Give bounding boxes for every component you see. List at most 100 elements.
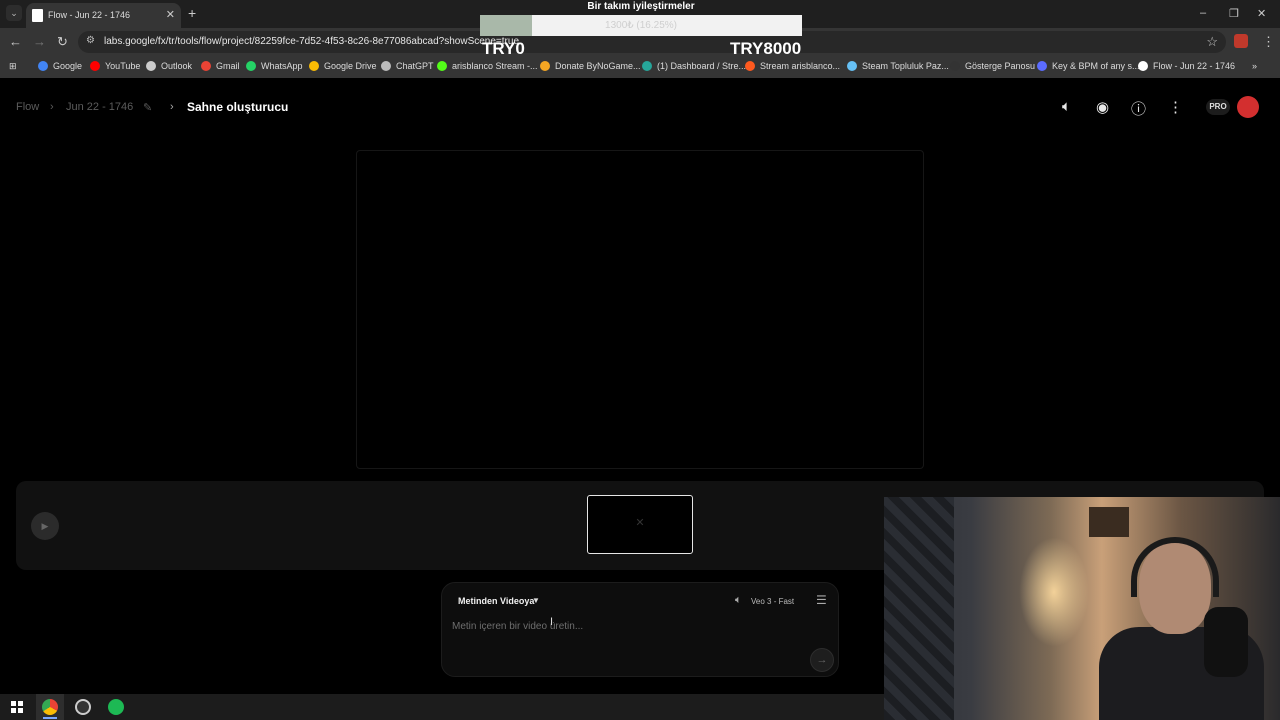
audio-icon[interactable]: 🔈︎ [735,594,742,607]
pro-badge: PRO [1206,99,1230,115]
bookmark-favicon-icon [246,61,256,71]
bookmark-item[interactable]: YouTube [90,61,140,71]
avatar[interactable] [1237,96,1259,118]
bookmark-favicon-icon [309,61,319,71]
breadcrumb-project[interactable]: Jun 22 - 1746 [66,101,133,113]
spotify-icon[interactable] [108,699,124,715]
bookmark-favicon-icon [146,61,156,71]
bookmark-favicon-icon [201,61,211,71]
bookmark-item[interactable]: Google [38,61,82,71]
edit-pencil-icon[interactable]: ✎ [143,101,152,114]
breadcrumb-separator-icon: › [170,101,174,113]
bookmark-item[interactable]: Google Drive [309,61,377,71]
play-button[interactable]: ▶ [31,512,59,540]
bookmarks-bar: ⊞ Google YouTube Outlook Gmail WhatsApp Googl… [0,56,1280,78]
windows-start-icon[interactable] [11,701,23,713]
bookmark-favicon-icon [1037,61,1047,71]
apps-grid-icon[interactable]: ⊞ [9,61,17,72]
send-button[interactable]: → [810,648,834,672]
taskbar [0,694,884,720]
window-close-icon[interactable]: ✕ [1257,7,1266,20]
empty-clip-icon: ✕ [635,517,645,529]
bookmark-item[interactable]: Steam Topluluk Paz... [847,61,949,71]
bookmark-favicon-icon [847,61,857,71]
url-text: labs.google/fx/tr/tools/flow/project/822… [104,36,519,47]
bookmark-favicon-icon [437,61,447,71]
restore-icon[interactable]: ❐ [1229,7,1239,20]
minimize-icon[interactable]: – [1200,7,1206,19]
prompt-input[interactable]: Metin içeren bir video üretin... [452,621,583,632]
bookmark-label: Donate ByNoGame... [555,61,641,71]
bookmark-item[interactable]: Stream arisblanco... [745,61,840,71]
new-tab-button[interactable]: + [188,5,196,21]
bookmark-item[interactable]: WhatsApp [246,61,303,71]
more-options-icon[interactable]: ⋮ [1168,98,1183,116]
reload-icon[interactable]: ↻ [57,34,68,50]
volume-icon[interactable]: 🔈︎ [1062,98,1071,115]
page-title: Sahne oluşturucu [187,100,289,114]
microphone [1204,607,1248,677]
donation-progress-bar: 1300₺ (16.25%) [480,15,802,36]
bookmark-label: Google Drive [324,61,377,71]
bookmark-item[interactable]: Gösterge Panosu [950,61,1035,71]
forward-icon[interactable]: → [33,34,46,49]
settings-sliders-icon[interactable]: ☰ [816,593,827,607]
timeline-clip[interactable]: ✕ [587,495,693,554]
bookmark-label: arisblanco Stream -... [452,61,538,71]
discord-icon[interactable]: ◉ [1096,98,1109,116]
breadcrumb-separator-icon: › [50,101,54,113]
text-cursor-icon: I [550,616,554,628]
browser-menu-icon[interactable]: ⋮ [1262,34,1275,50]
bookmark-label: Key & BPM of any s... [1052,61,1140,71]
model-selector[interactable]: Veo 3 - Fast [751,597,794,606]
extension-icon[interactable] [1234,34,1248,48]
bookmark-favicon-icon [381,61,391,71]
bookmark-favicon-icon [90,61,100,71]
prompt-box: Metinden Videoya ▼ 🔈︎ Veo 3 - Fast ☰ Met… [441,582,839,677]
bookmark-label: Gmail [216,61,240,71]
bookmark-item[interactable]: (1) Dashboard / Stre... [642,61,746,71]
donation-progress-text: 1300₺ (16.25%) [605,20,677,31]
obs-icon[interactable] [75,699,91,715]
browser-tab[interactable]: Flow - Jun 22 - 1746 ✕ [26,3,181,28]
bookmark-label: YouTube [105,61,141,71]
donation-min-label: TRY0 [482,39,525,58]
bookmark-favicon-icon [38,61,48,71]
video-preview-canvas [356,150,924,469]
donation-max-label: TRY8000 [730,39,802,58]
webcam-feed [884,497,1280,720]
bookmark-favicon-icon [950,61,960,71]
bookmark-item[interactable]: Flow - Jun 22 - 1746 [1138,61,1235,71]
site-info-icon[interactable]: ⚙ [86,35,95,46]
bookmark-favicon-icon [540,61,550,71]
bookmark-item[interactable]: Outlook [146,61,192,71]
chrome-icon[interactable] [42,699,58,715]
bookmark-favicon-icon [642,61,652,71]
bookmark-label: Stream arisblanco... [760,61,841,71]
bookmark-item[interactable]: ChatGPT [381,61,434,71]
bookmark-item[interactable]: Key & BPM of any s... [1037,61,1140,71]
chevron-down-icon[interactable]: ▼ [532,596,540,605]
bookmark-label: Steam Topluluk Paz... [862,61,949,71]
bookmark-item[interactable]: arisblanco Stream -... [437,61,538,71]
active-indicator [43,717,57,719]
bookmark-label: Google [53,61,83,71]
bookmark-item[interactable]: Gmail [201,61,240,71]
donation-goal-title: Bir takım iyileştirmeler [587,1,695,12]
bookmark-label: (1) Dashboard / Stre... [657,61,747,71]
help-icon[interactable]: ⓘ [1131,98,1146,119]
bookmark-item[interactable]: Donate ByNoGame... [540,61,641,71]
breadcrumb-root[interactable]: Flow [16,101,39,113]
bookmark-favicon-icon [1138,61,1148,71]
page-favicon-icon [32,9,43,22]
bookmark-label: WhatsApp [261,61,303,71]
more-bookmarks-icon[interactable]: » [1252,61,1257,71]
bookmark-star-icon[interactable]: ☆ [1206,34,1218,50]
bookmark-label: Gösterge Panosu [965,61,1036,71]
bookmark-label: ChatGPT [396,61,434,71]
mode-dropdown[interactable]: Metinden Videoya [458,596,534,606]
tab-search-icon[interactable]: ⌄ [6,5,22,21]
bookmark-label: Flow - Jun 22 - 1746 [1153,61,1236,71]
tab-close-icon[interactable]: ✕ [166,8,175,21]
back-icon[interactable]: ← [9,34,22,49]
